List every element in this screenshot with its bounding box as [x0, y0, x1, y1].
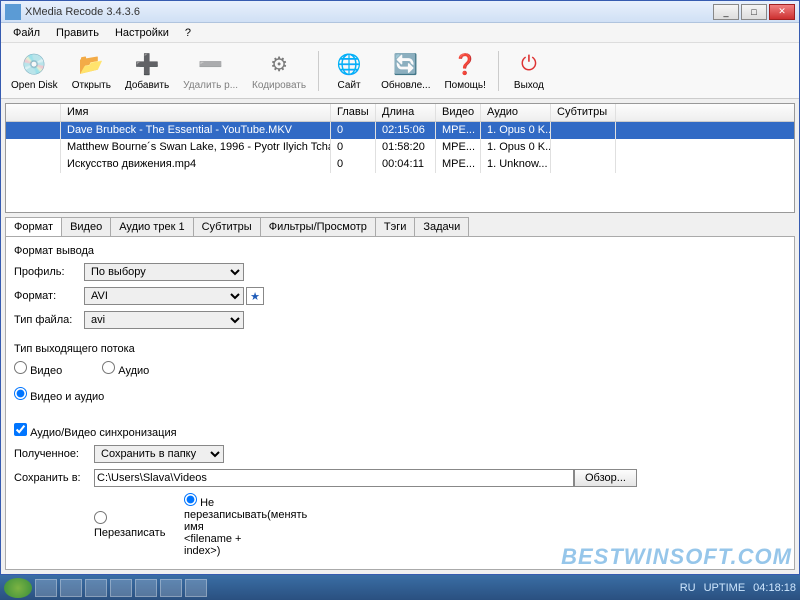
format-panel: Формат вывода Профиль: По выбору Формат:… — [5, 236, 795, 570]
separator — [318, 51, 319, 91]
tab-video[interactable]: Видео — [61, 217, 111, 236]
taskbar-item[interactable] — [160, 579, 182, 597]
taskbar: RU UPTIME 04:18:18 — [0, 575, 800, 600]
format-label: Формат: — [14, 290, 84, 302]
tray-lang[interactable]: RU — [680, 582, 696, 594]
table-row[interactable]: Искусство движения.mp4000:04:11MPE...1. … — [6, 156, 794, 173]
stream-type-label: Тип выходящего потока — [14, 343, 786, 355]
radio-overwrite[interactable]: Перезаписать — [94, 511, 164, 539]
table-row[interactable]: Matthew Bourne´s Swan Lake, 1996 - Pyotr… — [6, 139, 794, 156]
file-list[interactable]: Имя Главы Длина Видео Аудио Субтитры Dav… — [5, 103, 795, 213]
power-icon: ⏻ — [515, 50, 543, 78]
tray-clock[interactable]: 04:18:18 — [753, 582, 796, 594]
radio-audio[interactable]: Аудио — [102, 361, 149, 377]
taskbar-item[interactable] — [60, 579, 82, 597]
maximize-button[interactable]: □ — [741, 4, 767, 20]
radio-no-overwrite[interactable]: Не перезаписывать(менять имя <filename +… — [184, 493, 254, 557]
site-button[interactable]: 🌐Сайт — [325, 48, 373, 93]
tab-subtitles[interactable]: Субтитры — [193, 217, 261, 236]
window-title: XMedia Recode 3.4.3.6 — [25, 6, 713, 18]
tab-tasks[interactable]: Задачи — [414, 217, 469, 236]
menu-edit[interactable]: Править — [48, 25, 107, 41]
close-button[interactable]: ✕ — [769, 4, 795, 20]
tab-bar: Формат Видео Аудио трек 1 Субтитры Фильт… — [5, 217, 795, 236]
savein-label: Сохранить в: — [14, 472, 94, 484]
remove-button[interactable]: ➖Удалить р... — [177, 48, 244, 93]
taskbar-item[interactable] — [110, 579, 132, 597]
toolbar: 💿Open Disk 📂Открыть ➕Добавить ➖Удалить р… — [1, 43, 799, 99]
globe-icon: 🌐 — [335, 50, 363, 78]
tab-filters[interactable]: Фильтры/Просмотр — [260, 217, 376, 236]
av-sync-checkbox[interactable]: Аудио/Видео синхронизация — [14, 427, 177, 439]
disk-icon: 💿 — [20, 50, 48, 78]
tray-uptime: UPTIME — [704, 582, 746, 594]
table-row[interactable]: Dave Brubeck - The Essential - YouTube.M… — [6, 122, 794, 139]
output-format-label: Формат вывода — [14, 245, 786, 257]
format-select[interactable]: AVI — [84, 287, 244, 305]
start-button[interactable] — [4, 578, 32, 598]
plus-icon: ➕ — [133, 50, 161, 78]
folder-icon: 📂 — [77, 50, 105, 78]
exit-button[interactable]: ⏻Выход — [505, 48, 553, 93]
tab-audio[interactable]: Аудио трек 1 — [110, 217, 193, 236]
tab-format[interactable]: Формат — [5, 217, 62, 236]
favorite-button[interactable]: ★ — [246, 287, 264, 305]
profile-select[interactable]: По выбору — [84, 263, 244, 281]
gear-icon: ⚙ — [265, 50, 293, 78]
taskbar-item[interactable] — [135, 579, 157, 597]
taskbar-item[interactable] — [35, 579, 57, 597]
taskbar-item[interactable] — [85, 579, 107, 597]
taskbar-item[interactable] — [185, 579, 207, 597]
filetype-label: Тип файла: — [14, 314, 84, 326]
open-button[interactable]: 📂Открыть — [66, 48, 117, 93]
open-disk-button[interactable]: 💿Open Disk — [5, 48, 64, 93]
filetype-select[interactable]: avi — [84, 311, 244, 329]
menu-help[interactable]: ? — [177, 25, 199, 41]
update-button[interactable]: 🔄Обновле... — [375, 48, 436, 93]
add-button[interactable]: ➕Добавить — [119, 48, 175, 93]
tab-tags[interactable]: Тэги — [375, 217, 416, 236]
received-select[interactable]: Сохранить в папку — [94, 445, 224, 463]
menu-settings[interactable]: Настройки — [107, 25, 177, 41]
profile-label: Профиль: — [14, 266, 84, 278]
help-icon: ❓ — [451, 50, 479, 78]
savein-input[interactable] — [94, 469, 574, 487]
column-headers: Имя Главы Длина Видео Аудио Субтитры — [6, 104, 794, 122]
received-label: Полученное: — [14, 448, 94, 460]
radio-video[interactable]: Видео — [14, 361, 62, 377]
app-icon — [5, 4, 21, 20]
menu-file[interactable]: Файл — [5, 25, 48, 41]
browse-button[interactable]: Обзор... — [574, 469, 637, 487]
minimize-button[interactable]: _ — [713, 4, 739, 20]
separator — [498, 51, 499, 91]
radio-both[interactable]: Видео и аудио — [14, 391, 104, 403]
encode-button[interactable]: ⚙Кодировать — [246, 48, 312, 93]
refresh-icon: 🔄 — [392, 50, 420, 78]
titlebar: XMedia Recode 3.4.3.6 _ □ ✕ — [1, 1, 799, 23]
minus-icon: ➖ — [197, 50, 225, 78]
help-button[interactable]: ❓Помощь! — [438, 48, 491, 93]
menubar: Файл Править Настройки ? — [1, 23, 799, 43]
